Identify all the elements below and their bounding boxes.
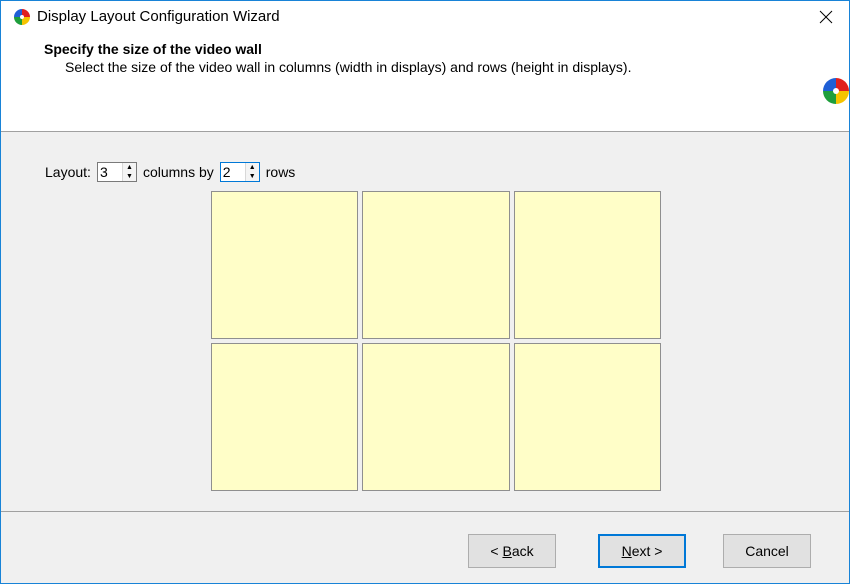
page-subtitle: Select the size of the video wall in col… bbox=[65, 59, 632, 75]
layout-label: Layout: bbox=[45, 164, 91, 180]
close-icon bbox=[819, 10, 833, 23]
rows-input[interactable] bbox=[220, 163, 245, 181]
back-button[interactable]: < Back bbox=[468, 534, 556, 568]
cancel-button[interactable]: Cancel bbox=[723, 534, 811, 568]
next-button[interactable]: Next > bbox=[598, 534, 686, 568]
display-cell[interactable] bbox=[362, 343, 510, 491]
back-rest: ack bbox=[511, 543, 534, 559]
layout-row: Layout: ▲ ▼ columns by ▲ ▼ rows bbox=[45, 161, 295, 183]
wizard-footer bbox=[1, 512, 849, 583]
spin-down-icon[interactable]: ▼ bbox=[245, 172, 259, 181]
rows-stepper[interactable]: ▲ ▼ bbox=[219, 162, 260, 182]
display-cell[interactable] bbox=[513, 343, 661, 491]
window-title: Display Layout Configuration Wizard bbox=[37, 8, 280, 25]
next-rest: ext > bbox=[631, 543, 663, 559]
color-wheel-icon bbox=[823, 78, 849, 104]
spin-up-icon[interactable]: ▲ bbox=[122, 163, 136, 172]
video-wall-grid bbox=[211, 191, 661, 491]
spin-down-icon[interactable]: ▼ bbox=[122, 172, 136, 181]
color-wheel-icon bbox=[14, 9, 30, 25]
display-cell[interactable] bbox=[211, 343, 359, 491]
display-cell[interactable] bbox=[362, 191, 510, 339]
display-cell[interactable] bbox=[513, 191, 661, 339]
page-title: Specify the size of the video wall bbox=[44, 41, 262, 57]
wizard-window: Display Layout Configuration Wizard Spec… bbox=[0, 0, 850, 584]
spin-up-icon[interactable]: ▲ bbox=[245, 163, 259, 172]
next-accel: N bbox=[621, 543, 632, 559]
display-cell[interactable] bbox=[211, 191, 359, 339]
back-accel: B bbox=[502, 543, 512, 559]
rows-label: rows bbox=[265, 164, 296, 180]
back-prefix: < bbox=[490, 543, 503, 559]
close-button[interactable] bbox=[803, 1, 849, 32]
columns-stepper[interactable]: ▲ ▼ bbox=[96, 162, 137, 182]
columns-by-label: columns by bbox=[142, 164, 214, 180]
columns-input[interactable] bbox=[97, 163, 122, 181]
title-bar: Display Layout Configuration Wizard bbox=[1, 1, 849, 32]
